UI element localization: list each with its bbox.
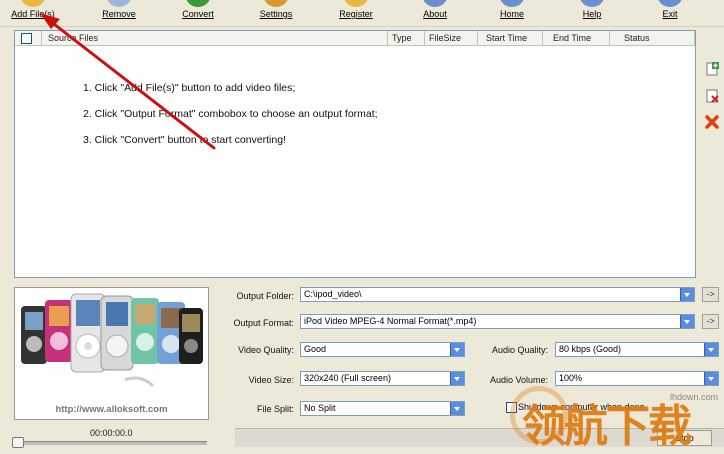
chevron-down-icon[interactable] (680, 288, 694, 301)
output-format-value: iPod Video MPEG-4 Normal Format(*.mp4) (304, 316, 477, 326)
remove-icon (106, 0, 132, 7)
video-quality-value: Good (304, 344, 327, 354)
watermark: 领航下载 lhdown.com (510, 378, 724, 452)
about-button[interactable]: About (410, 0, 460, 26)
exit-icon (657, 0, 683, 7)
help-icon (579, 0, 605, 7)
seek-slider-handle[interactable] (12, 437, 24, 448)
seek-slider-track[interactable] (14, 441, 207, 445)
file-list[interactable]: Source Files Type FileSize Start Time En… (14, 30, 696, 278)
column-type[interactable]: Type (388, 31, 425, 45)
register-label: Register (339, 9, 373, 19)
remove-button[interactable]: Remove (94, 0, 144, 26)
column-end-time[interactable]: End Time (543, 31, 610, 45)
playback-time: 00:00:00.0 (90, 428, 133, 438)
remove-list-icon (706, 89, 719, 103)
exit-label: Exit (662, 9, 678, 19)
chevron-down-icon[interactable] (704, 343, 718, 356)
audio-quality-label: Audio Quality: (491, 345, 548, 355)
settings-button[interactable]: Settings (251, 0, 301, 26)
output-format-label: Output Format: (233, 318, 294, 328)
file-split-combo[interactable]: No Split (300, 401, 465, 416)
watermark-url: lhdown.com (669, 392, 718, 402)
output-folder-combo[interactable]: C:\ipod_video\ (300, 287, 695, 302)
convert-icon (185, 0, 211, 7)
select-all-column (15, 31, 42, 45)
add-files-icon (20, 0, 46, 7)
remove-label: Remove (102, 9, 136, 19)
output-format-combo[interactable]: iPod Video MPEG-4 Normal Format(*.mp4) (300, 314, 695, 329)
column-start-time[interactable]: Start Time (478, 31, 543, 45)
chevron-down-icon[interactable] (450, 372, 464, 385)
select-all-checkbox[interactable] (21, 33, 32, 44)
watermark-text: 领航下载 (522, 401, 692, 452)
exit-button[interactable]: Exit (645, 0, 695, 26)
chevron-down-icon[interactable] (680, 315, 694, 328)
clear-list-button[interactable] (704, 114, 720, 130)
audio-quality-value: 80 kbps (Good) (559, 344, 622, 354)
file-split-value: No Split (304, 403, 336, 413)
output-folder-label: Output Folder: (236, 291, 294, 301)
format-settings-button[interactable]: -> (702, 314, 719, 329)
convert-button[interactable]: Convert (173, 0, 223, 26)
help-label: Help (582, 9, 602, 19)
column-source-files[interactable]: Source Files (42, 31, 388, 45)
output-folder-value: C:\ipod_video\ (304, 289, 362, 299)
file-split-label: File Split: (256, 404, 294, 414)
remove-list-button[interactable] (704, 88, 720, 104)
column-filesize[interactable]: FileSize (425, 31, 478, 45)
video-quality-combo[interactable]: Good (300, 342, 465, 357)
ipod-image (21, 293, 203, 388)
settings-label: Settings (259, 9, 293, 19)
about-icon (422, 0, 448, 7)
settings-icon (263, 0, 289, 7)
website-url: http://www.alloksoft.com (55, 404, 168, 415)
register-icon (343, 0, 369, 7)
add-files-label: Add File(s) (11, 9, 55, 19)
video-size-combo[interactable]: 320x240 (Full screen) (300, 371, 465, 386)
register-button[interactable]: Register (331, 0, 381, 26)
preview-panel: http://www.alloksoft.com (14, 287, 209, 420)
instruction-step-1: 1. Click "Add File(s)" button to add vid… (83, 82, 296, 94)
column-status[interactable]: Status (610, 31, 695, 45)
instruction-step-3: 3. Click "Convert" button to start conve… (83, 134, 286, 146)
help-button[interactable]: Help (567, 0, 617, 26)
about-label: About (423, 9, 447, 19)
file-list-header: Source Files Type FileSize Start Time En… (15, 31, 695, 46)
video-size-label: Video Size: (248, 375, 294, 385)
toolbar: Add File(s) Remove Convert Settings Regi… (0, 0, 724, 27)
home-label: Home (499, 9, 524, 19)
add-list-icon (706, 62, 719, 76)
video-size-value: 320x240 (Full screen) (304, 373, 392, 383)
chevron-down-icon[interactable] (450, 343, 464, 356)
convert-label: Convert (182, 9, 214, 19)
home-button[interactable]: Home (487, 0, 537, 26)
chevron-down-icon[interactable] (450, 402, 464, 415)
audio-quality-combo[interactable]: 80 kbps (Good) (555, 342, 719, 357)
clear-list-icon (705, 115, 719, 129)
home-icon (499, 0, 525, 7)
video-quality-label: Video Quality: (238, 345, 294, 355)
add-files-button[interactable]: Add File(s) (8, 0, 58, 26)
browse-folder-button[interactable]: -> (702, 287, 719, 302)
instruction-step-2: 2. Click "Output Format" combobox to cho… (83, 108, 378, 120)
add-list-button[interactable] (704, 61, 720, 77)
